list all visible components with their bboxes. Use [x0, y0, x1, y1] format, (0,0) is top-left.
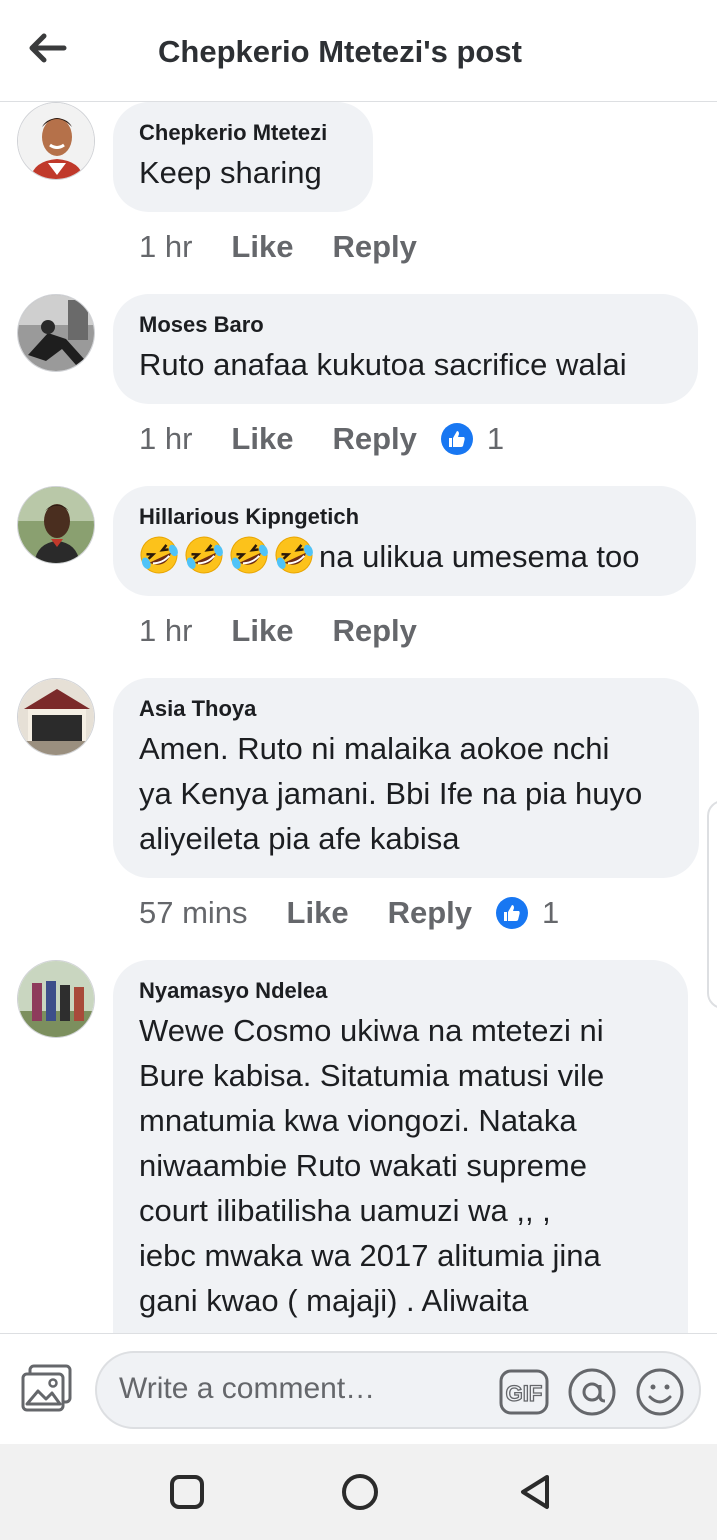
comment-text: Ruto anafaa kukutoa sacrifice walai [139, 347, 627, 382]
avatar[interactable] [17, 102, 95, 180]
reaction-count[interactable]: 1 [496, 895, 559, 931]
home-icon[interactable] [340, 1472, 380, 1512]
comment-bubble: Nyamasyo Ndelea Wewe Cosmo ukiwa na mtet… [113, 960, 688, 1333]
comment-text: Wewe Cosmo ukiwa na mtetezi ni Bure kabi… [139, 1013, 605, 1318]
reaction-count[interactable]: 1 [440, 421, 505, 457]
gif-label: GIF [506, 1381, 543, 1406]
avatar[interactable] [17, 294, 95, 372]
comment-bubble: Hillarious Kipngetich na ulikua umesema … [113, 486, 696, 596]
rolling-laughing-emoji-icon [184, 535, 224, 575]
recent-apps-icon[interactable] [167, 1472, 207, 1512]
mention-icon[interactable] [567, 1367, 617, 1417]
comment-actions: 57 mins Like Reply 1 [139, 893, 559, 933]
rolling-laughing-emoji-icon [229, 535, 269, 575]
system-nav-bar [0, 1444, 717, 1540]
comment-bubble: Asia Thoya Amen. Ruto ni malaika aokoe n… [113, 678, 699, 878]
comment-time[interactable]: 1 hr [139, 229, 192, 265]
comment-text: Amen. Ruto ni malaika aokoe nchi ya Keny… [139, 731, 643, 856]
reply-button[interactable]: Reply [332, 613, 416, 649]
photo-icon[interactable] [20, 1364, 74, 1414]
comment-author[interactable]: Nyamasyo Ndelea [139, 978, 662, 1004]
back-triangle-icon[interactable] [515, 1472, 555, 1512]
reply-button[interactable]: Reply [332, 229, 416, 265]
avatar[interactable] [17, 960, 95, 1038]
comment-actions: 1 hr Like Reply [139, 227, 417, 267]
comment-bubble: Chepkerio Mtetezi Keep sharing [113, 102, 373, 212]
thumbs-up-icon [440, 423, 473, 455]
rolling-laughing-emoji-icon [274, 535, 314, 575]
comment-input-placeholder: Write a comment… [119, 1372, 376, 1405]
comment-list: Chepkerio Mtetezi Keep sharing 1 hr Like… [0, 102, 717, 1333]
comment-author[interactable]: Moses Baro [139, 312, 672, 338]
emoji-smiley-icon[interactable] [635, 1367, 685, 1417]
reaction-number: 1 [486, 421, 505, 456]
comment-text: Keep sharing [139, 155, 322, 190]
like-button[interactable]: Like [231, 613, 293, 649]
comment-actions: 1 hr Like Reply 1 [139, 419, 504, 459]
avatar[interactable] [17, 678, 95, 756]
top-bar: Chepkerio Mtetezi's post [0, 0, 717, 102]
reaction-number: 1 [542, 895, 560, 930]
comment-author[interactable]: Hillarious Kipngetich [139, 504, 670, 530]
back-arrow-icon[interactable] [26, 30, 70, 66]
rolling-laughing-emoji-icon [139, 535, 179, 575]
comment-time[interactable]: 1 hr [139, 613, 192, 649]
reply-button[interactable]: Reply [388, 895, 472, 931]
comment-text: na ulikua umesema too [139, 534, 670, 579]
comment-composer: Write a comment… GIF [0, 1333, 717, 1445]
comment-author[interactable]: Chepkerio Mtetezi [139, 120, 347, 146]
side-scroll-handle[interactable] [707, 800, 717, 1009]
like-button[interactable]: Like [231, 229, 293, 265]
page-title: Chepkerio Mtetezi's post [158, 34, 522, 69]
comment-text-span: na ulikua umesema too [319, 539, 640, 574]
comment-time[interactable]: 57 mins [139, 895, 248, 931]
comment-time[interactable]: 1 hr [139, 421, 192, 457]
like-button[interactable]: Like [231, 421, 293, 457]
like-button[interactable]: Like [287, 895, 349, 931]
comment-actions: 1 hr Like Reply [139, 611, 417, 651]
thumbs-up-icon [496, 897, 528, 929]
gif-icon[interactable]: GIF [499, 1367, 549, 1417]
comment-author[interactable]: Asia Thoya [139, 696, 673, 722]
reply-button[interactable]: Reply [332, 421, 416, 457]
avatar[interactable] [17, 486, 95, 564]
comment-bubble: Moses Baro Ruto anafaa kukutoa sacrifice… [113, 294, 698, 404]
comment-input[interactable]: Write a comment… GIF [95, 1351, 701, 1429]
